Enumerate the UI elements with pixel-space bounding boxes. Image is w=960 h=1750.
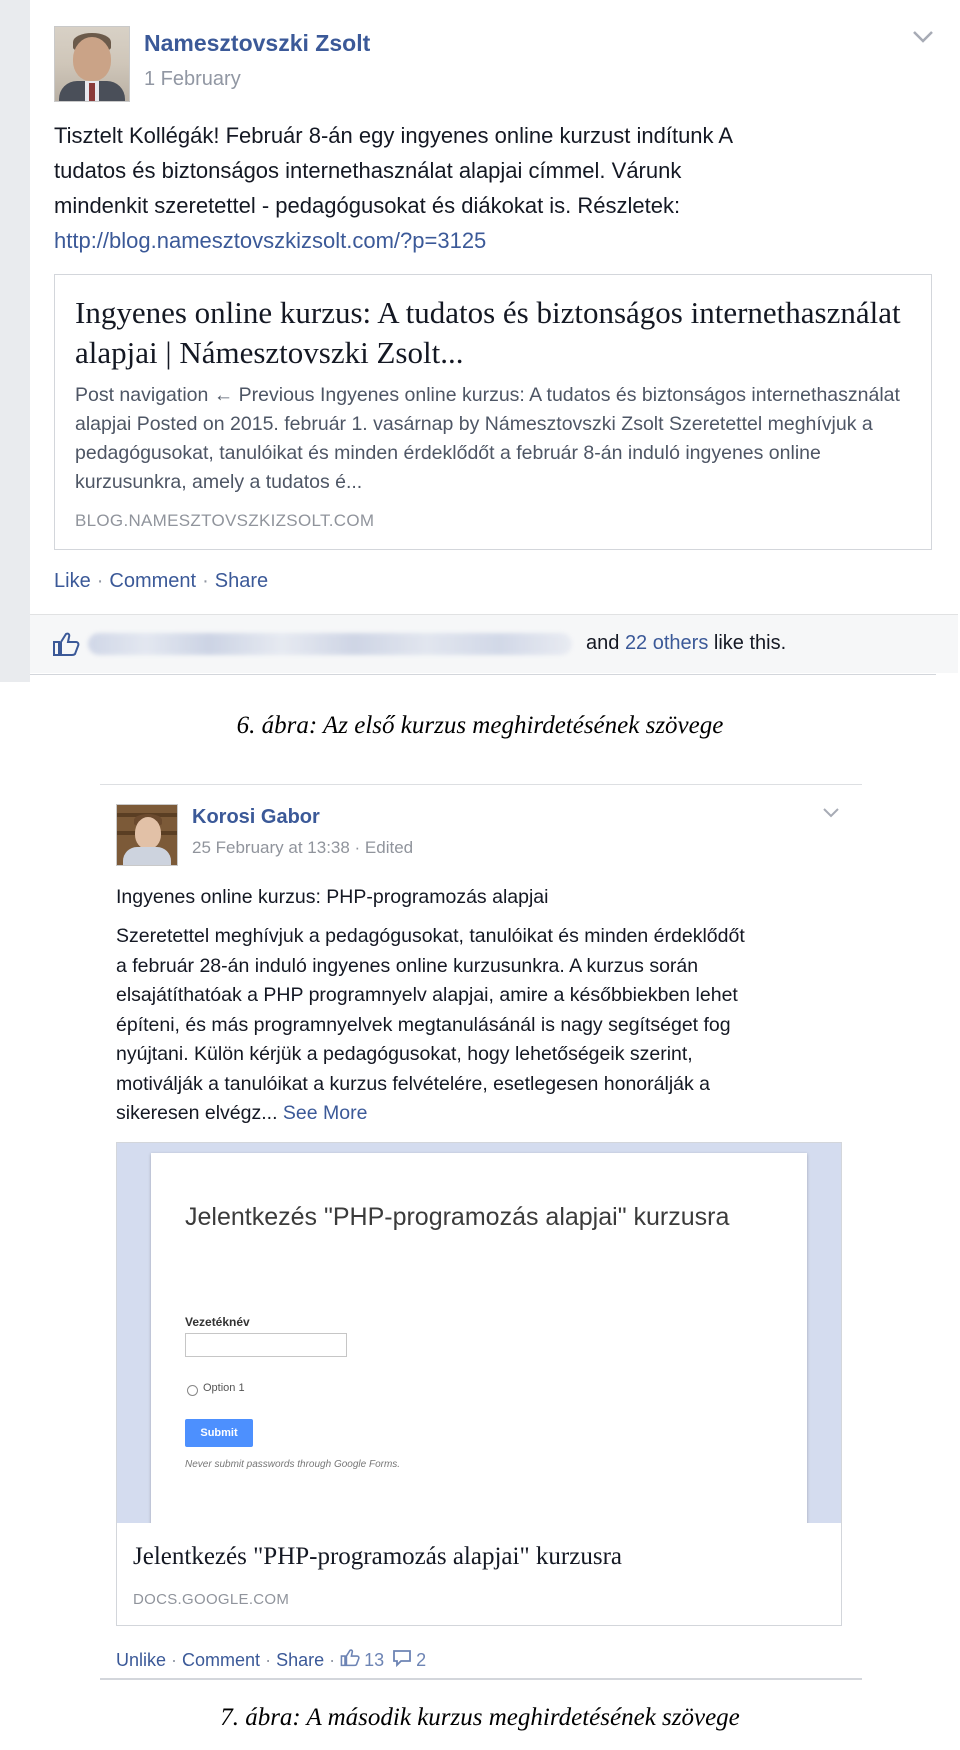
radio-icon bbox=[187, 1385, 198, 1396]
avatar[interactable] bbox=[116, 804, 178, 866]
post-text-line: Szeretettel meghívjuk a pedagógusokat, t… bbox=[116, 925, 745, 947]
comment-count[interactable]: 2 bbox=[416, 1650, 426, 1671]
link-preview-title[interactable]: Ingyenes online kurzus: A tudatos és biz… bbox=[75, 293, 915, 373]
post-text-line: tudatos és biztonságos internethasználat… bbox=[54, 158, 682, 183]
divider bbox=[100, 1678, 862, 1680]
share-link[interactable]: Share bbox=[215, 570, 268, 592]
post-text-line: elsajátíthatóak a PHP programnyelv alapj… bbox=[116, 984, 738, 1006]
unlike-link[interactable]: Unlike bbox=[116, 1650, 166, 1671]
post-text-truncated: sikeresen elvégz... bbox=[116, 1102, 278, 1124]
divider bbox=[30, 674, 936, 675]
author-name[interactable]: Namesztovszki Zsolt bbox=[144, 30, 370, 57]
thumbs-up-icon[interactable] bbox=[340, 1648, 360, 1672]
form-title: Jelentkezés "PHP-programozás alapjai" ku… bbox=[185, 1203, 730, 1231]
chevron-down-icon[interactable] bbox=[912, 28, 934, 48]
separator: · bbox=[202, 570, 209, 592]
link-preview-domain: DOCS.GOOGLE.COM bbox=[133, 1591, 290, 1608]
post-2: Korosi Gabor 25 February at 13:38 · Edit… bbox=[100, 784, 862, 1680]
post-text-line-last: sikeresen elvégz... See More bbox=[116, 1099, 856, 1129]
form-submit-button: Submit bbox=[185, 1419, 253, 1447]
link-preview-domain: BLOG.NAMESZTOVSZKIZSOLT.COM bbox=[75, 511, 375, 530]
form-field-label: Vezetéknév bbox=[185, 1315, 250, 1329]
post-text: Tisztelt Kollégák! Február 8-án egy ingy… bbox=[54, 118, 914, 258]
figure-caption: 7. ábra: A második kurzus meghirdetéséne… bbox=[220, 1704, 740, 1731]
form-option-label: Option 1 bbox=[203, 1382, 245, 1394]
link-preview-title[interactable]: Jelentkezés "PHP-programozás alapjai" ku… bbox=[133, 1543, 833, 1571]
separator: · bbox=[96, 570, 104, 592]
post-1: Namesztovszki Zsolt 1 February Tisztelt … bbox=[0, 0, 958, 682]
post-date[interactable]: 1 February bbox=[144, 68, 241, 91]
author-name[interactable]: Korosi Gabor bbox=[192, 806, 320, 829]
form-preview-image[interactable]: Jelentkezés "PHP-programozás alapjai" ku… bbox=[117, 1143, 841, 1523]
post-text-line: építeni, és más programnyelvek megtanulá… bbox=[116, 1013, 731, 1036]
post-text-line: Tisztelt Kollégák! Február 8-án egy ingy… bbox=[54, 123, 734, 148]
post-text-line: mindenkit szeretettel - pedagógusokat és… bbox=[54, 193, 681, 218]
post-actions: Unlike · Comment · Share · 13 2 bbox=[116, 1648, 434, 1672]
likes-others-link[interactable]: 22 others bbox=[625, 632, 708, 654]
separator: · bbox=[171, 1649, 178, 1670]
post-link[interactable]: http://blog.namesztovszkizsolt.com/?p=31… bbox=[54, 223, 914, 258]
form-text-input bbox=[185, 1333, 347, 1357]
post-text-line: nyújtani. Külön kérjük a pedagógusokat, … bbox=[116, 1043, 693, 1065]
thumbs-up-icon bbox=[52, 631, 80, 657]
separator: · bbox=[265, 1649, 272, 1670]
post-headline: Ingyenes online kurzus: PHP-programozás … bbox=[116, 886, 549, 908]
avatar[interactable] bbox=[54, 26, 130, 102]
comment-link[interactable]: Comment bbox=[182, 1650, 260, 1671]
post-text-line: a február 28-án induló ingyenes online k… bbox=[116, 954, 699, 977]
blurred-names bbox=[88, 633, 572, 655]
divider bbox=[100, 784, 862, 785]
post-text: Szeretettel meghívjuk a pedagógusokat, t… bbox=[116, 922, 856, 1129]
post-text-line: motiválják a tanulóikat a kurzus felvéte… bbox=[116, 1072, 711, 1095]
form-paper: Jelentkezés "PHP-programozás alapjai" ku… bbox=[151, 1153, 807, 1523]
left-margin-strip bbox=[0, 0, 30, 682]
post-date[interactable]: 25 February at 13:38 · Edited bbox=[192, 838, 413, 858]
post-actions: Like · Comment · Share bbox=[54, 570, 268, 593]
likes-suffix: like this. bbox=[713, 632, 787, 654]
like-count[interactable]: 13 bbox=[364, 1650, 384, 1671]
likes-prefix: and bbox=[586, 632, 620, 654]
chevron-down-icon[interactable] bbox=[822, 806, 840, 824]
link-preview-card[interactable]: Ingyenes online kurzus: A tudatos és biz… bbox=[54, 274, 932, 550]
share-link[interactable]: Share bbox=[276, 1650, 324, 1671]
likes-bar: and 22 others like this. bbox=[30, 614, 958, 673]
like-link[interactable]: Like bbox=[54, 570, 91, 592]
comment-link[interactable]: Comment bbox=[109, 570, 196, 592]
link-preview-card[interactable]: Jelentkezés "PHP-programozás alapjai" ku… bbox=[116, 1142, 842, 1626]
link-preview-description: Post navigation ← Previous Ingyenes onli… bbox=[75, 384, 900, 493]
form-note: Never submit passwords through Google Fo… bbox=[185, 1459, 401, 1470]
comment-icon[interactable] bbox=[392, 1649, 412, 1672]
likes-summary: and 22 others like this. bbox=[586, 632, 786, 655]
see-more-link[interactable]: See More bbox=[283, 1102, 368, 1124]
figure-caption: 6. ábra: Az első kurzus meghirdetésének … bbox=[236, 712, 724, 739]
separator: · bbox=[329, 1649, 336, 1670]
